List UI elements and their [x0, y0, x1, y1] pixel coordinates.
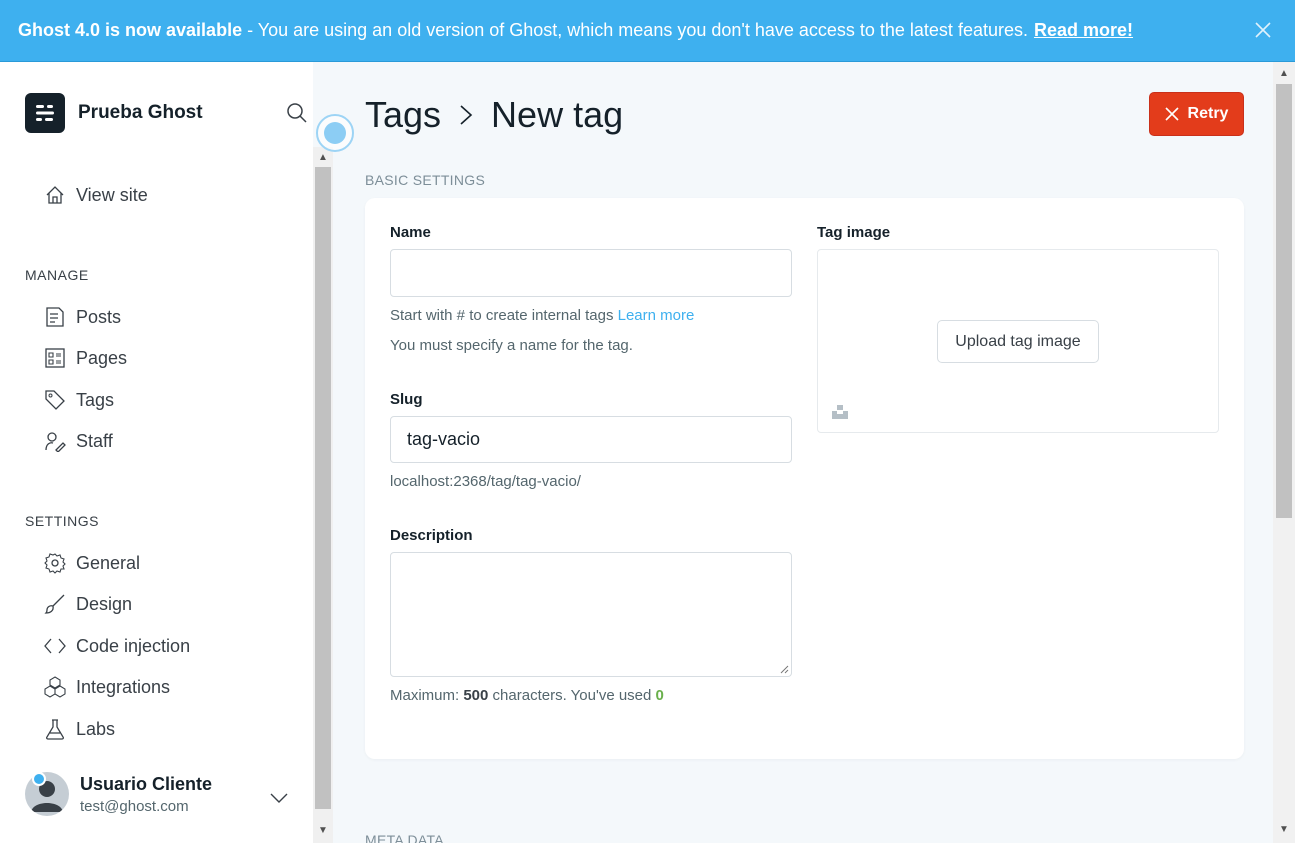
- sidebar: Prueba Ghost View site MANAGE Posts Page…: [0, 62, 313, 843]
- learn-more-link[interactable]: Learn more: [618, 307, 695, 324]
- code-icon: [44, 638, 66, 654]
- chevron-right-icon: [460, 105, 473, 125]
- retry-button[interactable]: Retry: [1149, 92, 1244, 136]
- basic-settings-title: BASIC SETTINGS: [365, 172, 486, 188]
- banner-title: Ghost 4.0 is now available: [18, 20, 243, 40]
- update-banner: Ghost 4.0 is now available - You are usi…: [0, 0, 1295, 62]
- ghost-logo-icon: [36, 105, 54, 121]
- nav-posts[interactable]: Posts: [44, 304, 121, 330]
- desc-max: 500: [463, 687, 489, 704]
- settings-section-title: SETTINGS: [25, 513, 100, 529]
- scroll-down-arrow-icon[interactable]: ▼: [318, 825, 328, 836]
- banner-read-more-link[interactable]: Read more!: [1034, 20, 1133, 41]
- integrations-icon: [44, 676, 66, 698]
- posts-icon: [46, 307, 64, 327]
- page-scroll-down-arrow-icon[interactable]: ▼: [1279, 824, 1289, 835]
- sidebar-scroll-thumb[interactable]: [315, 167, 331, 809]
- nav-code-injection[interactable]: Code injection: [44, 633, 190, 659]
- name-input[interactable]: [390, 249, 792, 297]
- desc-hint-prefix: Maximum:: [390, 687, 460, 704]
- gear-icon: [44, 553, 66, 574]
- tag-image-label: Tag image: [817, 224, 891, 241]
- description-textarea[interactable]: [390, 552, 792, 677]
- basic-settings-card: Name Start with # to create internal tag…: [365, 198, 1244, 759]
- meta-data-title: META DATA: [365, 832, 444, 843]
- home-icon: [46, 186, 64, 204]
- brand-name: Prueba Ghost: [78, 102, 203, 123]
- scroll-up-arrow-icon[interactable]: ▲: [318, 152, 328, 163]
- nav-integrations[interactable]: Integrations: [44, 674, 170, 700]
- nav-labs[interactable]: Labs: [44, 716, 115, 742]
- page-scroll-thumb[interactable]: [1276, 84, 1292, 518]
- user-menu[interactable]: Usuario Cliente test@ghost.com: [25, 772, 212, 816]
- nav-code-injection-label: Code injection: [76, 635, 191, 656]
- page-title: New tag: [491, 94, 624, 135]
- nav-general[interactable]: General: [44, 550, 140, 576]
- nav-staff-label: Staff: [76, 430, 113, 451]
- name-label: Name: [390, 224, 431, 241]
- close-icon[interactable]: [1253, 20, 1273, 40]
- nav-tags[interactable]: Tags: [44, 387, 114, 413]
- brand-logo: [25, 93, 65, 133]
- page-scroll-up-arrow-icon[interactable]: ▲: [1279, 68, 1289, 79]
- nav-tags-label: Tags: [76, 389, 115, 410]
- user-email: test@ghost.com: [80, 797, 189, 815]
- tag-icon: [45, 390, 65, 410]
- resize-handle-icon[interactable]: [779, 664, 789, 674]
- nav-view-site-label: View site: [76, 184, 148, 205]
- tag-image-dropzone[interactable]: Upload tag image: [817, 249, 1219, 433]
- retry-label: Retry: [1187, 105, 1229, 122]
- desc-used-count: 0: [655, 687, 664, 704]
- sidebar-scrollbar[interactable]: ▲ ▼: [313, 147, 333, 843]
- nav-general-label: General: [76, 552, 141, 573]
- unsplash-icon[interactable]: [831, 404, 849, 420]
- nav-design-label: Design: [76, 593, 133, 614]
- slug-url: localhost:2368/tag/tag-vacio/: [390, 473, 581, 490]
- main-content: Tags New tag Retry BASIC SETTINGS Name S…: [333, 62, 1273, 843]
- breadcrumb: Tags New tag: [365, 94, 623, 136]
- name-hint: Start with # to create internal tags Lea…: [390, 307, 694, 324]
- description-hint: Maximum: 500 characters. You've used 0: [390, 687, 664, 704]
- name-error: You must specify a name for the tag.: [390, 337, 633, 354]
- close-icon: [1164, 107, 1179, 121]
- search-icon[interactable]: [286, 102, 308, 124]
- brand[interactable]: Prueba Ghost: [25, 93, 203, 133]
- nav-staff[interactable]: Staff: [44, 428, 113, 454]
- brush-icon: [44, 594, 65, 614]
- nav-integrations-label: Integrations: [76, 676, 171, 697]
- page-scrollbar[interactable]: ▲ ▼: [1273, 62, 1295, 843]
- description-label: Description: [390, 527, 473, 544]
- banner-message: - You are using an old version of Ghost,…: [247, 20, 1028, 40]
- nav-pages-label: Pages: [76, 347, 128, 368]
- pages-icon: [45, 348, 65, 368]
- nav-posts-label: Posts: [76, 306, 122, 327]
- manage-section-title: MANAGE: [25, 267, 89, 283]
- name-hint-text: Start with # to create internal tags: [390, 307, 614, 324]
- upload-tag-image-button[interactable]: Upload tag image: [937, 320, 1099, 363]
- slug-label: Slug: [390, 391, 423, 408]
- nav-pages[interactable]: Pages: [44, 345, 127, 371]
- flask-icon: [45, 719, 65, 740]
- nav-view-site[interactable]: View site: [44, 182, 148, 208]
- user-name: Usuario Cliente: [80, 773, 213, 794]
- breadcrumb-tags-link[interactable]: Tags: [365, 94, 441, 136]
- nav-design[interactable]: Design: [44, 591, 132, 617]
- staff-icon: [45, 432, 66, 452]
- slug-input[interactable]: tag-vacio: [390, 416, 792, 463]
- notification-dot: [32, 772, 46, 786]
- nav-labs-label: Labs: [76, 718, 116, 739]
- desc-hint-middle: characters. You've used: [492, 687, 652, 704]
- chevron-down-icon[interactable]: [268, 790, 290, 806]
